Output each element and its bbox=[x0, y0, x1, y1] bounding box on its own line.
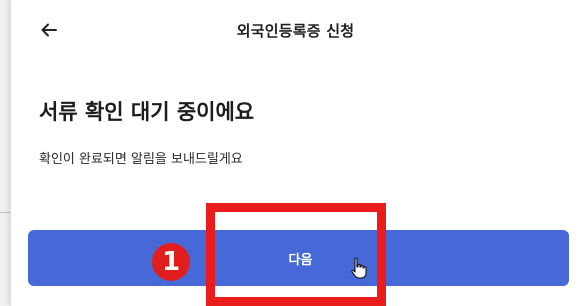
step-number-badge: 1 bbox=[152, 243, 190, 281]
next-button[interactable]: 다음 bbox=[28, 230, 569, 286]
backdrop-divider bbox=[0, 212, 10, 213]
page-title: 외국인등록증 신청 bbox=[236, 22, 355, 40]
status-heading: 서류 확인 대기 중이에요 bbox=[39, 100, 255, 124]
hand-pointer-cursor-icon bbox=[351, 257, 367, 279]
header: 외국인등록증 신청 bbox=[11, 0, 579, 62]
next-button-label: 다음 bbox=[288, 252, 313, 268]
status-message: 확인이 완료되면 알림을 보내드릴게요 bbox=[39, 152, 243, 167]
